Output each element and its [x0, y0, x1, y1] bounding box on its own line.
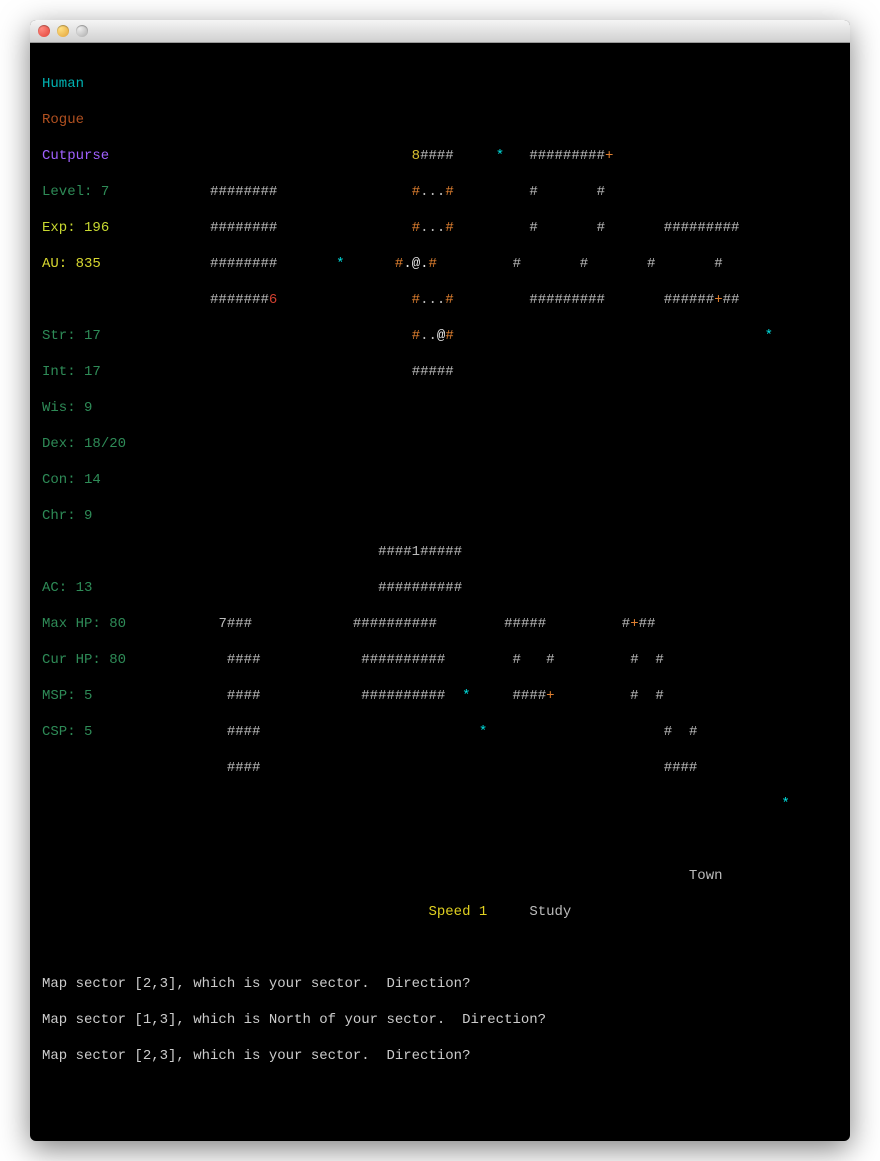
log-line: Map sector [2,3], which is your sector. …	[42, 1048, 470, 1064]
titlebar	[30, 20, 850, 43]
chr-value: 9	[84, 508, 92, 524]
con-label: Con:	[42, 472, 84, 488]
exp-value: 196	[84, 220, 109, 236]
door-icon: +	[714, 292, 722, 308]
csp-value: 5	[84, 724, 92, 740]
au-value: 835	[76, 256, 101, 272]
terminal-window: Human Rogue Cutpurse 8#### * #########+ …	[30, 20, 850, 1141]
log-line: Map sector [2,3], which is your sector. …	[42, 976, 470, 992]
msp-label: MSP:	[42, 688, 84, 704]
wis-value: 9	[84, 400, 92, 416]
level-label: Level:	[42, 184, 101, 200]
maxhp-value: 80	[109, 616, 126, 632]
int-value: 17	[84, 364, 101, 380]
player-icon: .@.	[403, 256, 428, 272]
ac-label: AC:	[42, 580, 76, 596]
chr-label: Chr:	[42, 508, 84, 524]
minimize-icon[interactable]	[57, 25, 69, 37]
class-label: Rogue	[42, 112, 84, 128]
exp-label: Exp:	[42, 220, 84, 236]
star-icon: *	[781, 796, 789, 812]
close-icon[interactable]	[38, 25, 50, 37]
door-icon: +	[546, 688, 554, 704]
wis-label: Wis:	[42, 400, 84, 416]
curhp-value: 80	[109, 652, 126, 668]
str-label: Str:	[42, 328, 84, 344]
speed-label: Speed	[428, 904, 478, 920]
ac-value: 13	[76, 580, 93, 596]
au-label: AU:	[42, 256, 76, 272]
door-icon: +	[630, 616, 638, 632]
store-1: 1	[412, 544, 420, 560]
star-icon: *	[462, 688, 470, 704]
zoom-icon[interactable]	[76, 25, 88, 37]
dex-value: 18/20	[84, 436, 126, 452]
csp-label: CSP:	[42, 724, 84, 740]
title-label: Cutpurse	[42, 148, 109, 164]
con-value: 14	[84, 472, 101, 488]
dex-label: Dex:	[42, 436, 84, 452]
str-value: 17	[84, 328, 101, 344]
store-6: 6	[269, 292, 277, 308]
log-line: Map sector [1,3], which is North of your…	[42, 1012, 546, 1028]
curhp-label: Cur HP:	[42, 652, 109, 668]
study-label: Study	[529, 904, 571, 920]
int-label: Int:	[42, 364, 84, 380]
star-icon: *	[496, 148, 504, 164]
location-label: Town	[689, 868, 723, 884]
game-screen[interactable]: Human Rogue Cutpurse 8#### * #########+ …	[30, 43, 850, 1141]
store-7: 7	[218, 616, 226, 632]
star-icon: *	[336, 256, 344, 272]
store-8: 8	[412, 148, 420, 164]
maxhp-label: Max HP:	[42, 616, 109, 632]
star-icon: *	[765, 328, 773, 344]
door-icon: +	[605, 148, 613, 164]
speed-value: 1	[479, 904, 487, 920]
star-icon: *	[479, 724, 487, 740]
race-label: Human	[42, 76, 84, 92]
msp-value: 5	[84, 688, 92, 704]
level-value: 7	[101, 184, 109, 200]
